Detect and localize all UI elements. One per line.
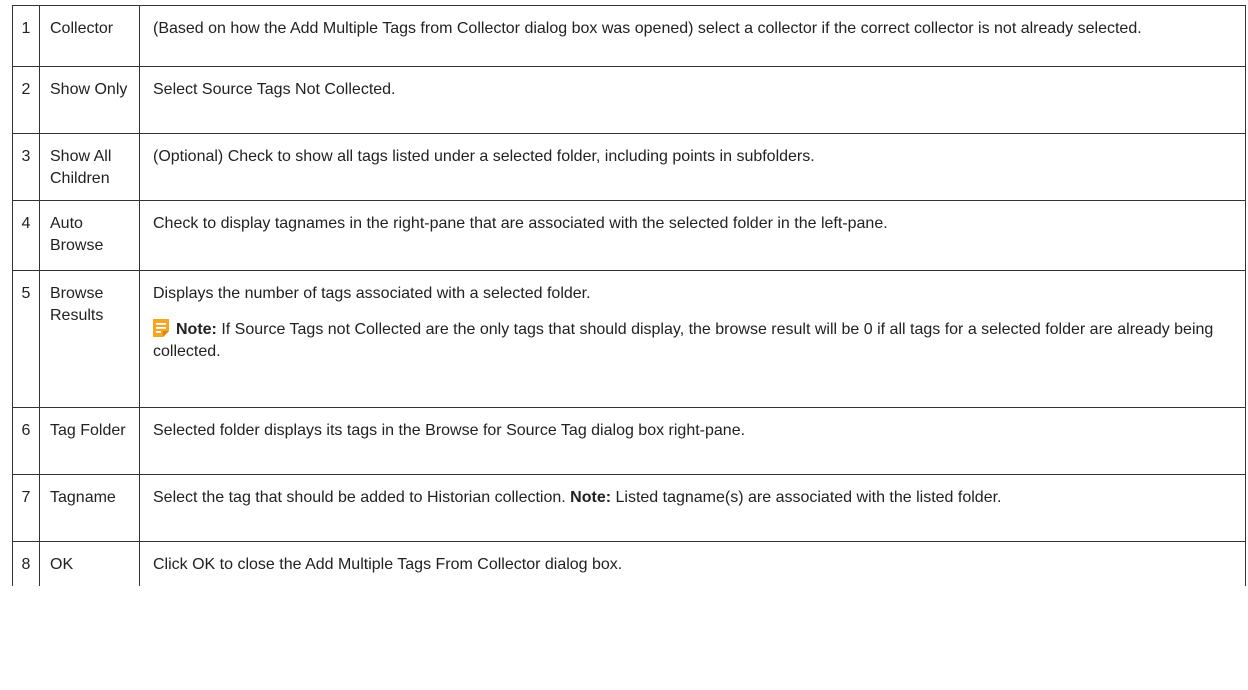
field-description: (Optional) Check to show all tags listed… [153, 148, 815, 165]
table-row: 1 Collector (Based on how the Add Multip… [12, 5, 1246, 67]
table-row: 7 Tagname Select the tag that should be … [12, 474, 1246, 542]
field-name: Auto Browse [50, 215, 104, 254]
table-row: 5 Browse Results Displays the number of … [12, 270, 1246, 408]
field-name: Tag Folder [50, 422, 126, 439]
row-number: 2 [21, 81, 31, 98]
field-description-table: 1 Collector (Based on how the Add Multip… [12, 5, 1246, 586]
table-row: 2 Show Only Select Source Tags Not Colle… [12, 66, 1246, 134]
table-row: 4 Auto Browse Check to display tagnames … [12, 200, 1246, 271]
table-row: 6 Tag Folder Selected folder displays it… [12, 407, 1246, 475]
field-name: Show Only [50, 81, 128, 98]
table-row: 8 OK Click OK to close the Add Multiple … [12, 541, 1246, 586]
field-description: Select Source Tags Not Collected. [153, 81, 396, 98]
field-description: Selected folder displays its tags in the… [153, 422, 746, 439]
note-text: If Source Tags not Collected are the onl… [153, 321, 1214, 360]
field-description: Select the tag that should be added to H… [153, 489, 571, 506]
table-row: 3 Show All Children (Optional) Check to … [12, 133, 1246, 201]
field-name: OK [50, 556, 74, 573]
field-description: (Based on how the Add Multiple Tags from… [153, 20, 1142, 37]
row-number: 4 [21, 215, 31, 232]
note-text: Listed tagname(s) are associated with th… [611, 489, 1002, 506]
note-icon [152, 318, 170, 338]
field-description: Click OK to close the Add Multiple Tags … [153, 556, 623, 573]
field-description-cell: Select the tag that should be added to H… [140, 475, 1245, 519]
field-name: Tagname [50, 489, 116, 506]
field-name: Show All Children [50, 148, 112, 187]
field-description-cell: Displays the number of tags associated w… [140, 271, 1245, 373]
field-description: Check to display tagnames in the right-p… [153, 215, 888, 232]
row-number: 6 [21, 422, 31, 439]
row-number: 1 [21, 20, 31, 37]
row-number: 3 [21, 148, 31, 165]
field-name: Collector [50, 20, 114, 37]
row-number: 5 [21, 285, 31, 302]
note-label: Note: [176, 321, 217, 338]
row-number: 8 [21, 556, 31, 573]
note-block: Note: If Source Tags not Collected are t… [153, 318, 1227, 363]
field-description: Displays the number of tags associated w… [153, 285, 591, 302]
note-label: Note: [570, 489, 612, 506]
field-name: Browse Results [50, 285, 104, 324]
row-number: 7 [21, 489, 31, 506]
